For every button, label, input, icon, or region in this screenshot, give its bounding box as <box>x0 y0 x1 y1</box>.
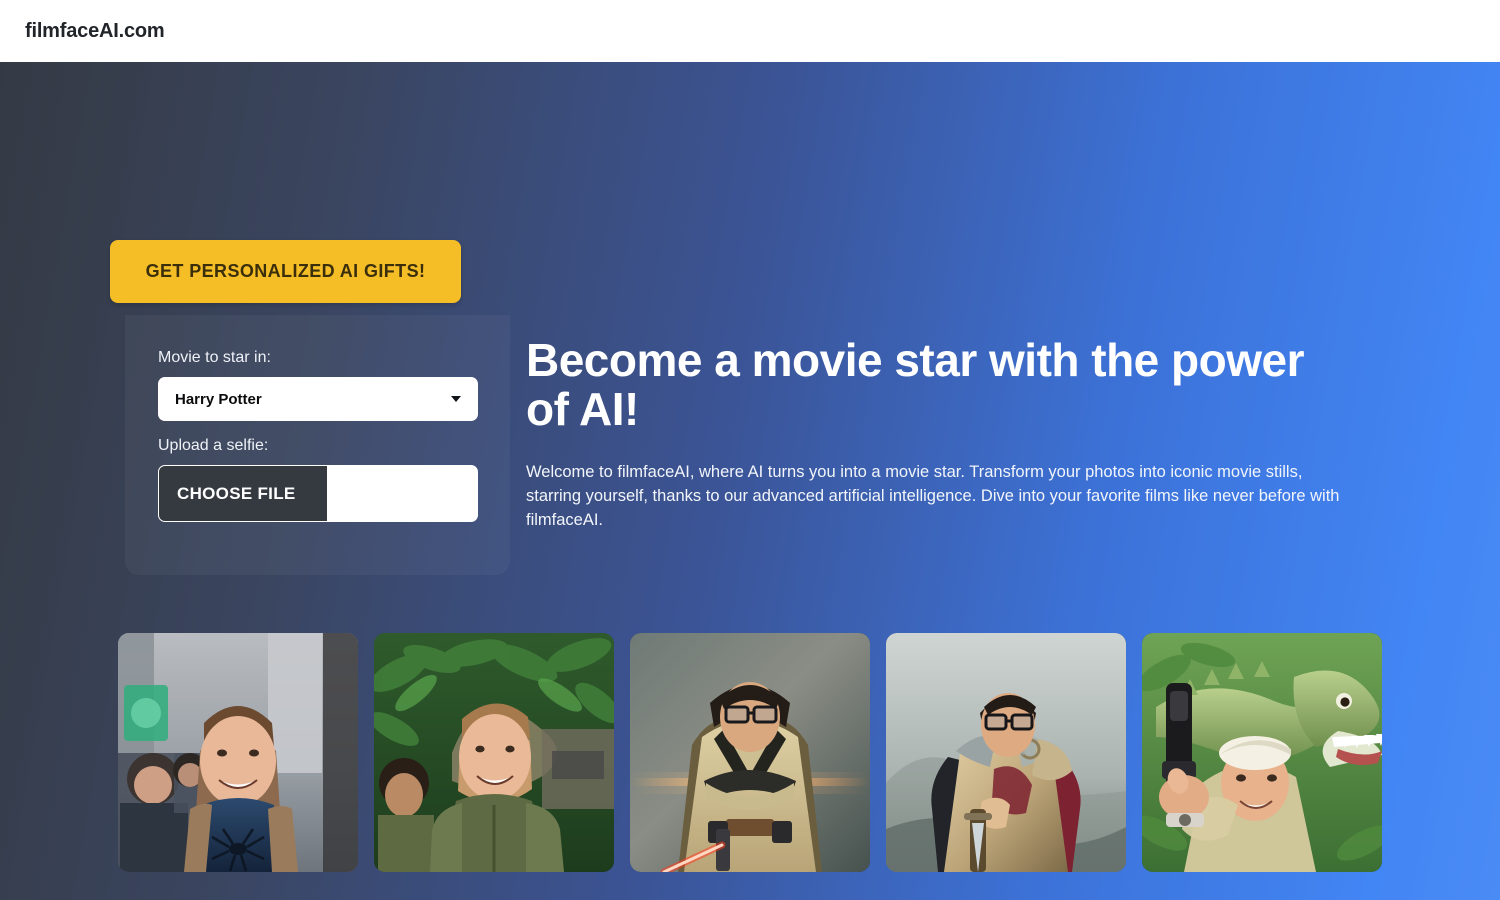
pope-dinosaur-still-image <box>1142 633 1382 872</box>
movie-select-value: Harry Potter <box>175 390 262 408</box>
get-personalized-ai-gifts-button[interactable]: GET PERSONALIZED AI GIFTS! <box>110 240 461 303</box>
example-gallery <box>118 633 1382 872</box>
page-title: Become a movie star with the power of AI… <box>526 334 1305 435</box>
choose-file-label: CHOOSE FILE <box>177 483 296 503</box>
generator-form-card: Movie to star in: Harry Potter Upload a … <box>125 315 510 575</box>
selfie-file-input[interactable]: CHOOSE FILE <box>158 465 478 522</box>
gallery-item-medieval-knight-still[interactable] <box>886 633 1126 872</box>
gallery-item-jungle-adventure-still[interactable] <box>374 633 614 872</box>
hero-section: GET PERSONALIZED AI GIFTS! Movie to star… <box>0 62 1500 900</box>
hero-paragraph: Welcome to filmfaceAI, where AI turns yo… <box>526 463 1340 529</box>
gallery-item-jedi-lightsaber-still[interactable] <box>630 633 870 872</box>
cta-label: GET PERSONALIZED AI GIFTS! <box>145 261 426 281</box>
hero-copy: Become a movie star with the power of AI… <box>526 336 1341 532</box>
page-root: filmfaceAI.com GET PERSONALIZED AI GIFTS… <box>0 0 1500 900</box>
movie-select[interactable]: Harry Potter <box>158 377 478 421</box>
jungle-adventure-still-image <box>374 633 614 872</box>
choose-file-button[interactable]: CHOOSE FILE <box>159 466 327 521</box>
medieval-knight-still-image <box>886 633 1126 872</box>
gallery-item-spiderman-city-still[interactable] <box>118 633 358 872</box>
jedi-lightsaber-still-image <box>630 633 870 872</box>
chosen-file-name <box>327 466 477 521</box>
gallery-item-pope-dinosaur-still[interactable] <box>1142 633 1382 872</box>
top-navbar: filmfaceAI.com <box>0 0 1500 62</box>
chevron-down-icon <box>451 396 461 402</box>
spiderman-city-still-image <box>118 633 358 872</box>
upload-selfie-label: Upload a selfie: <box>158 437 269 454</box>
brand-logo[interactable]: filmfaceAI.com <box>25 20 165 43</box>
movie-select-label: Movie to star in: <box>158 349 271 366</box>
